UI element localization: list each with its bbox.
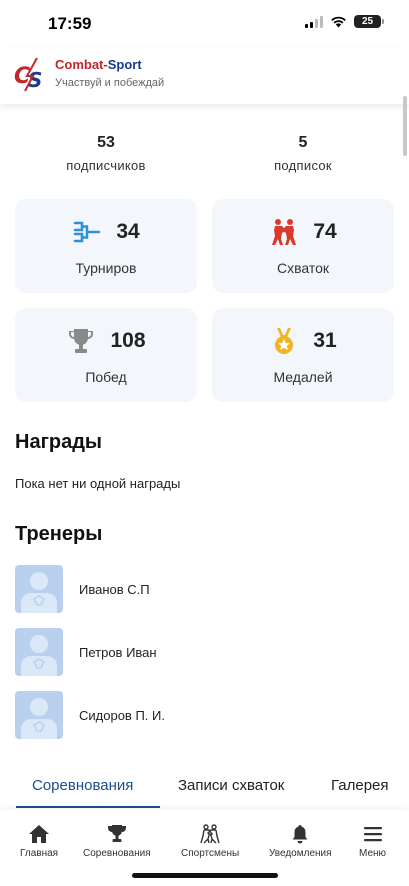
subscriptions-label: подписок bbox=[274, 158, 332, 173]
tournaments-card[interactable]: 34 Турниров bbox=[15, 199, 197, 293]
trophy-icon bbox=[107, 825, 126, 842]
nav-notifications[interactable]: Уведомления bbox=[269, 824, 332, 859]
avatar bbox=[15, 691, 63, 739]
battery-icon: 25 bbox=[354, 15, 384, 28]
nav-competitions[interactable]: Соревнования bbox=[83, 824, 151, 859]
coach-name: Иванов С.П bbox=[79, 581, 150, 597]
brand-slogan: Участвуй и побеждай bbox=[55, 77, 165, 89]
medal-icon bbox=[275, 328, 294, 354]
subscriptions-count: 5 bbox=[298, 134, 308, 151]
coach-item[interactable]: Сидоров П. И. bbox=[15, 691, 165, 739]
status-icons: 25 bbox=[305, 15, 384, 28]
nav-home[interactable]: Главная bbox=[20, 824, 58, 859]
avatar bbox=[15, 565, 63, 613]
active-tab-underline bbox=[16, 806, 160, 808]
nav-menu[interactable]: Меню bbox=[359, 824, 386, 859]
nav-athletes[interactable]: Спортсмены bbox=[181, 824, 239, 859]
nav-menu-label: Меню bbox=[359, 848, 387, 859]
tournaments-count: 34 bbox=[116, 220, 140, 243]
menu-icon bbox=[363, 827, 382, 842]
nav-competitions-label: Соревнования bbox=[83, 848, 151, 859]
coach-item[interactable]: Иванов С.П bbox=[15, 565, 150, 613]
wins-count: 108 bbox=[110, 329, 146, 352]
wins-label: Побед bbox=[85, 369, 127, 385]
followers-counter[interactable]: 53 подписчиков bbox=[36, 134, 176, 173]
tab-gallery[interactable]: Галерея bbox=[331, 777, 389, 794]
followers-count: 53 bbox=[97, 134, 115, 151]
person-placeholder-icon bbox=[21, 635, 57, 676]
bouts-label: Схваток bbox=[276, 260, 330, 276]
awards-empty-text: Пока нет ни одной награды bbox=[15, 476, 181, 491]
tournaments-label: Турниров bbox=[75, 260, 137, 276]
bouts-card[interactable]: 74 Схваток bbox=[212, 199, 394, 293]
coach-item[interactable]: Петров Иван bbox=[15, 628, 157, 676]
trophy-icon bbox=[69, 329, 94, 353]
app-header: C S Combat-Sport Участвуй и побеждай bbox=[0, 48, 409, 104]
bouts-count: 74 bbox=[313, 220, 337, 243]
nav-notifications-label: Уведомления bbox=[269, 848, 332, 859]
brand-name-part2: Sport bbox=[107, 57, 142, 72]
home-indicator[interactable] bbox=[132, 873, 278, 878]
nav-home-label: Главная bbox=[20, 848, 59, 859]
wrestlers-icon bbox=[200, 824, 220, 844]
status-bar: 17:59 25 bbox=[0, 0, 409, 48]
wifi-icon bbox=[331, 16, 346, 28]
cellular-signal-icon bbox=[305, 15, 323, 28]
tab-competitions[interactable]: Соревнования bbox=[32, 777, 133, 794]
nav-athletes-label: Спортсмены bbox=[181, 848, 240, 859]
coaches-title: Тренеры bbox=[15, 523, 103, 545]
scroll-indicator[interactable] bbox=[403, 96, 407, 156]
brand-name: Combat-Sport bbox=[55, 57, 142, 72]
tab-bout-records[interactable]: Записи схваток bbox=[178, 777, 284, 794]
combat-sport-logo[interactable]: C S bbox=[13, 56, 49, 92]
awards-title: Награды bbox=[15, 431, 103, 453]
medals-label: Медалей bbox=[273, 369, 333, 385]
bracket-icon bbox=[74, 221, 101, 243]
subscriptions-counter[interactable]: 5 подписок bbox=[233, 134, 373, 173]
home-icon bbox=[29, 825, 50, 843]
coach-name: Петров Иван bbox=[79, 644, 157, 660]
bell-icon bbox=[292, 825, 308, 844]
wins-card[interactable]: 108 Побед bbox=[15, 308, 197, 402]
coach-name: Сидоров П. И. bbox=[79, 707, 165, 723]
medals-count: 31 bbox=[313, 329, 337, 352]
avatar bbox=[15, 628, 63, 676]
wrestlers-icon bbox=[272, 219, 297, 245]
brand-name-part1: Combat- bbox=[55, 57, 108, 72]
person-placeholder-icon bbox=[21, 698, 57, 739]
followers-label: подписчиков bbox=[66, 158, 146, 173]
medals-card[interactable]: 31 Медалей bbox=[212, 308, 394, 402]
person-placeholder-icon bbox=[21, 572, 57, 613]
content-tabs: Соревнования Записи схваток Галерея bbox=[0, 770, 409, 810]
status-time: 17:59 bbox=[48, 14, 92, 33]
